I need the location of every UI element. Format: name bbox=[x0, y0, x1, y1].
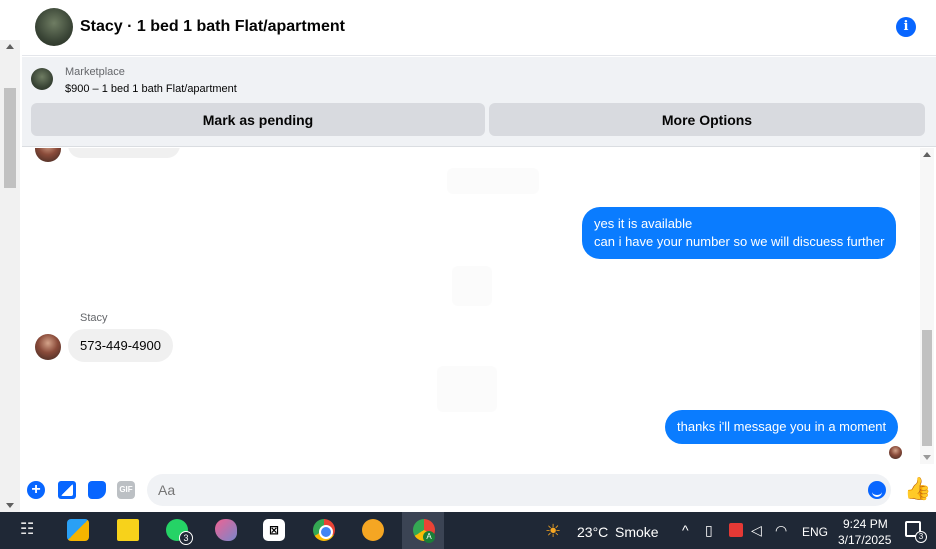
sender-avatar[interactable] bbox=[35, 334, 61, 360]
store-icon[interactable] bbox=[67, 519, 89, 541]
capcut-icon[interactable]: ⊠ bbox=[263, 519, 285, 541]
tray-icon[interactable]: ▯ bbox=[705, 522, 713, 539]
paint-icon[interactable] bbox=[215, 519, 237, 541]
messages-scrollbar[interactable] bbox=[920, 148, 934, 464]
sender-avatar[interactable] bbox=[35, 148, 61, 162]
weather-desc[interactable]: Smoke bbox=[615, 524, 659, 540]
faint-overlay bbox=[452, 266, 492, 306]
chrome-icon[interactable] bbox=[313, 519, 335, 541]
chevron-up-icon[interactable]: ^ bbox=[682, 522, 689, 538]
chat-window: Stacy · 1 bed 1 bath Flat/apartment i Ma… bbox=[22, 0, 936, 512]
plus-icon[interactable]: + bbox=[27, 481, 45, 499]
mark-as-pending-button[interactable]: Mark as pending bbox=[31, 103, 485, 136]
faint-overlay bbox=[437, 366, 497, 412]
scroll-thumb[interactable] bbox=[922, 330, 932, 446]
scroll-down-arrow[interactable] bbox=[923, 455, 931, 460]
photo-icon[interactable] bbox=[58, 481, 76, 499]
whatsapp-badge: 3 bbox=[179, 531, 193, 545]
wifi-icon[interactable]: ◠ bbox=[775, 522, 787, 539]
message-input[interactable] bbox=[147, 474, 891, 506]
message-composer: + GIF 👍 bbox=[22, 468, 936, 512]
more-options-button[interactable]: More Options bbox=[489, 103, 925, 136]
conversation-avatar[interactable] bbox=[35, 8, 73, 46]
page-scrollbar[interactable] bbox=[0, 40, 20, 512]
listing-thumbnail[interactable] bbox=[31, 68, 53, 90]
tray-app-icon[interactable] bbox=[729, 523, 743, 537]
message-line: can i have your number so we will discue… bbox=[594, 234, 885, 249]
clock-date[interactable]: 3/17/2025 bbox=[838, 533, 891, 547]
notification-badge: 3 bbox=[915, 531, 927, 543]
vpn-icon[interactable] bbox=[362, 519, 384, 541]
seen-receipt-avatar bbox=[889, 446, 902, 459]
info-icon[interactable]: i bbox=[896, 17, 916, 37]
like-icon[interactable]: 👍 bbox=[904, 478, 931, 500]
conversation-title[interactable]: Stacy · 1 bed 1 bath Flat/apartment bbox=[80, 18, 345, 36]
weather-temp[interactable]: 23°C bbox=[577, 524, 608, 540]
message-bubble-partial bbox=[68, 148, 180, 158]
message-incoming[interactable]: 573-449-4900 bbox=[68, 329, 173, 362]
whatsapp-icon[interactable]: 3 bbox=[166, 519, 193, 545]
scroll-thumb[interactable] bbox=[4, 88, 16, 188]
marketplace-banner: Marketplace $900 – 1 bed 1 bath Flat/apa… bbox=[22, 57, 936, 147]
marketplace-label: Marketplace bbox=[65, 66, 125, 78]
sticky-notes-icon[interactable] bbox=[117, 519, 139, 541]
speaker-icon[interactable]: ◁ bbox=[751, 522, 762, 539]
message-outgoing[interactable]: yes it is available can i have your numb… bbox=[582, 207, 897, 259]
faint-overlay bbox=[447, 168, 539, 194]
scroll-up-arrow[interactable] bbox=[923, 152, 931, 157]
sender-name: Stacy bbox=[80, 312, 108, 324]
message-line: yes it is available bbox=[594, 216, 693, 231]
message-list: yes it is available can i have your numb… bbox=[22, 148, 920, 464]
listing-title[interactable]: $900 – 1 bed 1 bath Flat/apartment bbox=[65, 83, 237, 95]
weather-icon[interactable]: ☀ bbox=[545, 520, 567, 542]
clock-time[interactable]: 9:24 PM bbox=[843, 517, 888, 531]
scroll-up-arrow[interactable] bbox=[6, 44, 14, 49]
profile-badge: A bbox=[423, 531, 435, 543]
chrome-profile-icon[interactable]: A bbox=[413, 519, 435, 543]
chat-header: Stacy · 1 bed 1 bath Flat/apartment i bbox=[22, 0, 936, 56]
scroll-down-arrow[interactable] bbox=[6, 503, 14, 508]
taskbar: ☷ 3 ⊠ A ☀ 23°C Smoke ^ ▯ ◁ ◠ ENG 9:24 PM… bbox=[0, 512, 936, 549]
message-outgoing[interactable]: thanks i'll message you in a moment bbox=[665, 410, 899, 444]
emoji-icon[interactable] bbox=[868, 481, 886, 499]
sticker-icon[interactable] bbox=[88, 481, 106, 499]
gif-icon[interactable]: GIF bbox=[117, 481, 135, 499]
notification-icon[interactable]: 3 bbox=[905, 521, 927, 543]
language-indicator[interactable]: ENG bbox=[802, 525, 828, 539]
widgets-icon[interactable]: ☷ bbox=[20, 519, 42, 541]
